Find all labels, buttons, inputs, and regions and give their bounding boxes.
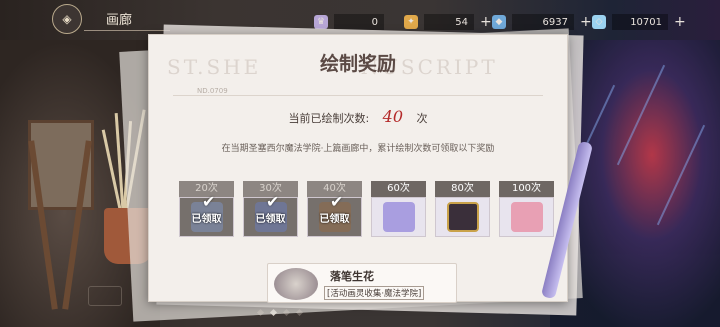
page-title: 画廊 xyxy=(84,9,170,31)
menu-eye-icon[interactable]: ◈ xyxy=(52,4,82,34)
draw-count-suffix: 次 xyxy=(416,112,428,125)
claimed-label: 已领取 xyxy=(255,214,286,225)
add-magic-book-button[interactable]: + xyxy=(480,14,492,30)
avatar-item-icon xyxy=(446,202,479,232)
add-diamond-button[interactable]: + xyxy=(674,14,686,30)
reward-tier-100[interactable]: 100次 xyxy=(499,181,554,237)
reward-tier-label: 80次 xyxy=(435,181,490,197)
reward-description: 在当期圣塞西尔魔法学院·上篇画廊中，累计绘制次数可领取以下奖励 xyxy=(221,144,495,154)
reward-tier-60[interactable]: 60次 xyxy=(371,181,426,237)
crystal-icon: ◆ xyxy=(492,15,506,29)
claimed-label: 已领取 xyxy=(319,214,350,225)
reward-tier-40[interactable]: 40次 ✔ 已领取 xyxy=(307,181,362,237)
reward-tier-80[interactable]: 80次 xyxy=(435,181,490,237)
checkmark-icon: ✔ xyxy=(266,192,280,211)
draw-count-value: 40 xyxy=(382,107,404,126)
draw-count-prefix: 当前已绘制次数: xyxy=(288,112,370,125)
background-button-left xyxy=(88,286,122,306)
butterfly-item-icon xyxy=(382,202,415,232)
checkmark-icon: ✔ xyxy=(330,192,344,211)
panel-divider xyxy=(173,95,543,96)
panel-nd-code: ND.0709 xyxy=(197,87,228,95)
magic-book-icon: ✦ xyxy=(404,15,418,29)
resource-magic-book: ✦ 54 + xyxy=(404,12,492,32)
resource-value: 0 xyxy=(334,14,384,30)
checkmark-icon: ✔ xyxy=(202,192,216,211)
gift-box-item-icon xyxy=(510,202,543,232)
reward-list: 20次 ✔ 已领取 30次 ✔ 已领取 40次 ✔ 已领取 60次 80次 10… xyxy=(179,181,554,237)
featured-reward-card[interactable]: 落笔生花 [活动画灵收集·魔法学院] xyxy=(267,263,457,303)
avatar-token-icon: ♛ xyxy=(314,15,328,29)
easel-illustration xyxy=(20,120,100,310)
claimed-label: 已领取 xyxy=(191,214,222,225)
reward-tier-20[interactable]: 20次 ✔ 已领取 xyxy=(179,181,234,237)
resource-value: 54 xyxy=(424,14,474,30)
draw-count-line: 当前已绘制次数: 40 次 xyxy=(149,107,567,126)
featured-reward-name: 落笔生花 xyxy=(330,270,374,283)
diamond-icon: ◇ xyxy=(592,15,606,29)
draw-reward-panel: ST.SHE NUSCRIPT ND.0709 绘制奖励 当前已绘制次数: 40… xyxy=(148,34,568,303)
reward-tier-label: 60次 xyxy=(371,181,426,197)
reward-tier-label: 100次 xyxy=(499,181,554,197)
featured-reward-tag: [活动画灵收集·魔法学院] xyxy=(324,286,425,300)
panel-title: 绘制奖励 xyxy=(319,53,396,75)
reward-tier-30[interactable]: 30次 ✔ 已领取 xyxy=(243,181,298,237)
palette-icon xyxy=(274,268,318,300)
add-crystal-button[interactable]: + xyxy=(580,14,592,30)
resource-value: 10701 xyxy=(612,14,668,30)
resource-diamond: ◇ 10701 + xyxy=(592,12,686,32)
